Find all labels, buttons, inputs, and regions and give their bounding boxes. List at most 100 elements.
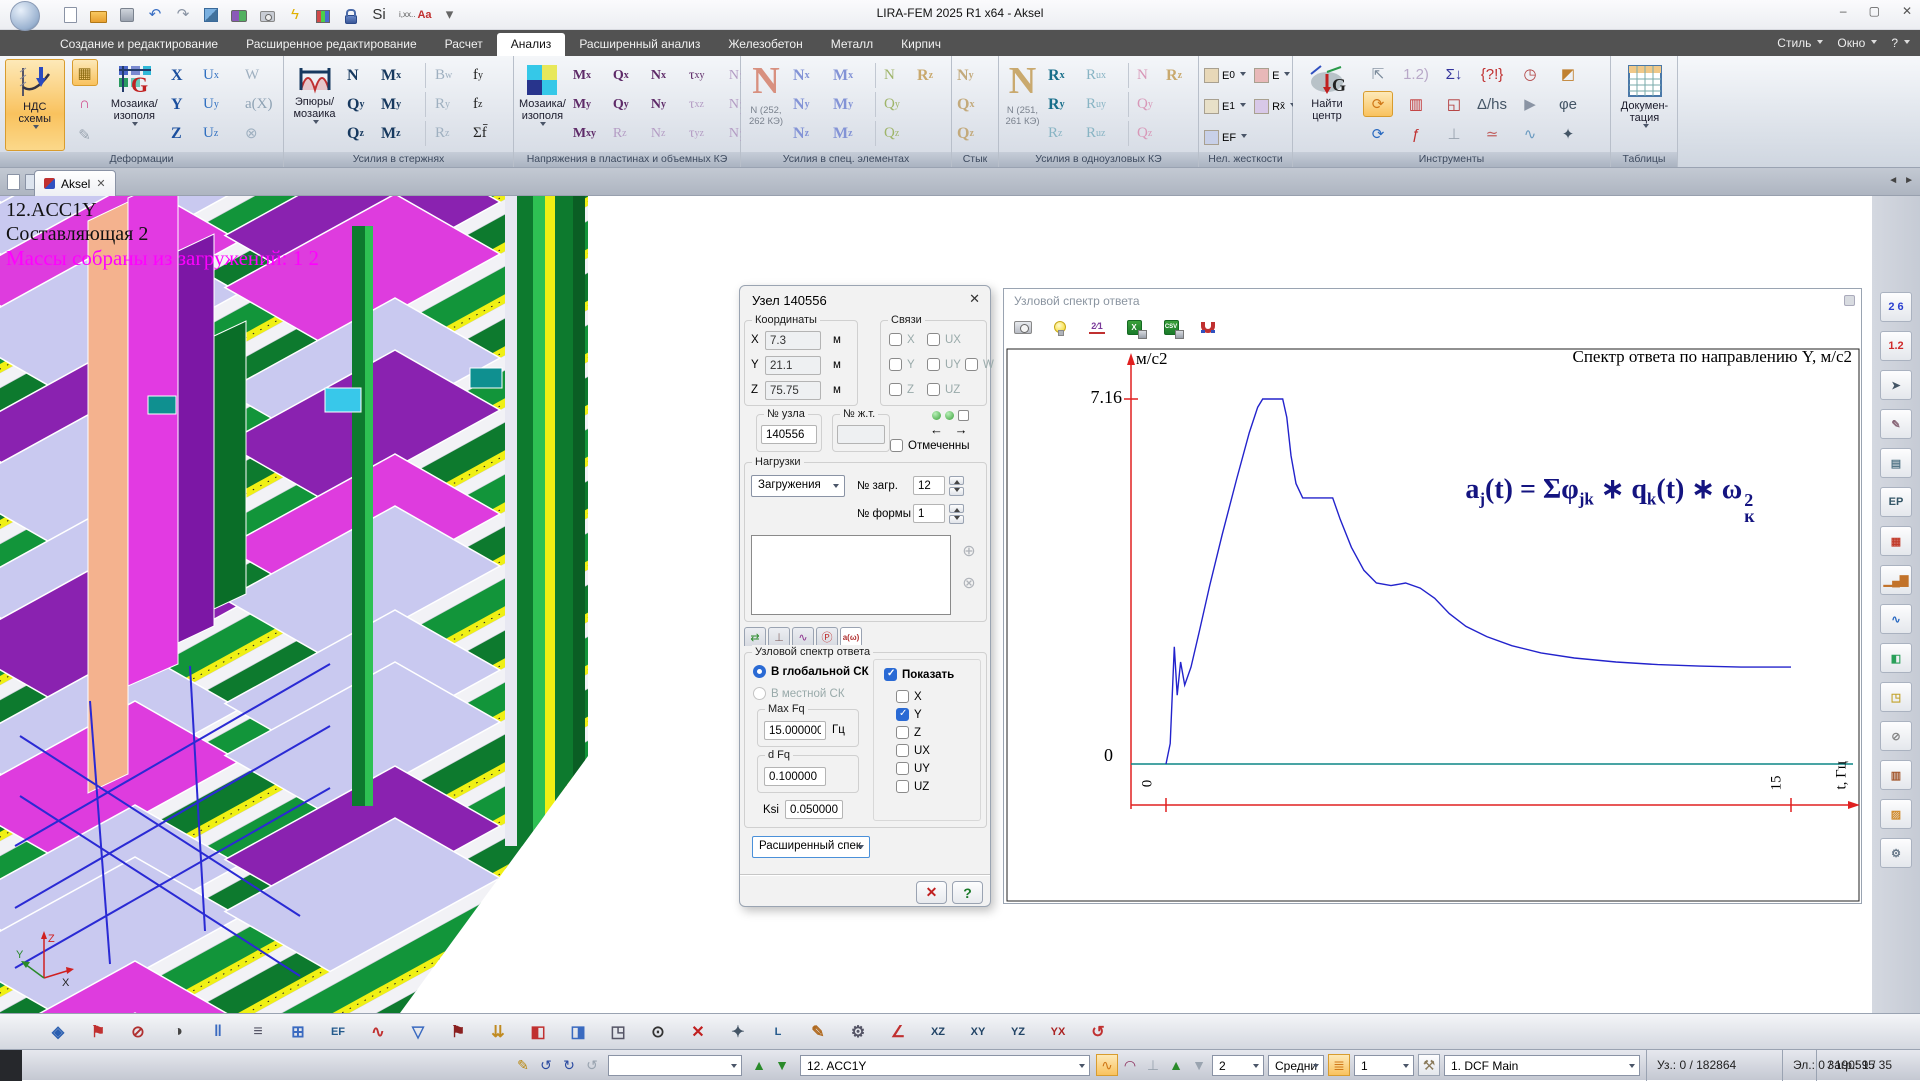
- document-tab-aksel[interactable]: Aksel ✕: [34, 170, 116, 196]
- direction-checkbox[interactable]: Y: [896, 708, 930, 721]
- averaging-combo[interactable]: Средни: [1268, 1055, 1324, 1076]
- link-w[interactable]: W: [965, 358, 994, 371]
- status-icon[interactable]: ⊥: [1142, 1054, 1164, 1076]
- result-letter-button[interactable]: Ry: [1048, 92, 1065, 117]
- toolbar-button[interactable]: ⊘: [124, 1018, 152, 1046]
- result-letter-button[interactable]: W: [245, 63, 259, 88]
- panel-button[interactable]: 2 6: [1880, 292, 1912, 322]
- window-menu-item[interactable]: ?: [1891, 36, 1910, 50]
- app-logo-icon[interactable]: [10, 1, 40, 31]
- panel-button[interactable]: ◧: [1880, 643, 1912, 673]
- result-letter-button[interactable]: fy: [473, 63, 483, 88]
- stiffness-button[interactable]: E0: [1204, 63, 1247, 88]
- direction-checkbox[interactable]: UY: [896, 762, 930, 775]
- result-letter-button[interactable]: Mx: [833, 63, 853, 88]
- panel-button[interactable]: ◳: [1880, 682, 1912, 712]
- stiffness-button[interactable]: E1: [1204, 94, 1247, 119]
- tool-button[interactable]: ≃: [1477, 121, 1507, 147]
- result-letter-button[interactable]: N: [1137, 63, 1148, 88]
- documentation-button[interactable]: Докумен- тация: [1616, 59, 1673, 151]
- stiffness-button[interactable]: Rx̄: [1254, 94, 1296, 119]
- result-letter-button[interactable]: τyz: [689, 121, 704, 146]
- result-letter-button[interactable]: Ny: [793, 92, 810, 117]
- panel-button[interactable]: ▨: [1880, 799, 1912, 829]
- link-uz[interactable]: UZ: [927, 383, 960, 396]
- panel-button[interactable]: 1.2: [1880, 331, 1912, 361]
- result-letter-button[interactable]: Nx: [651, 63, 666, 88]
- epure-mosaic-button[interactable]: Эпюры/ мозаика: [289, 59, 340, 151]
- coord-y-field[interactable]: [765, 356, 821, 375]
- result-letter-button[interactable]: My: [573, 92, 591, 117]
- result-letter-button[interactable]: Rux: [1086, 63, 1106, 88]
- tool-button[interactable]: ▥: [1401, 91, 1431, 117]
- deformed-scheme-button[interactable]: ∩: [72, 90, 98, 117]
- toolbar-button[interactable]: ⚙: [844, 1018, 872, 1046]
- mosaic-isofields-button[interactable]: G Мозаика/ изополя: [105, 59, 164, 151]
- toolbar-button[interactable]: ◧: [524, 1018, 552, 1046]
- result-letter-button[interactable]: Rz: [435, 121, 449, 146]
- ribbon-tab[interactable]: Расширенный анализ: [565, 33, 714, 56]
- status-icon[interactable]: ✎: [512, 1054, 534, 1076]
- result-letter-button[interactable]: Ny: [957, 63, 974, 88]
- form-number-combo[interactable]: 2: [1212, 1055, 1264, 1076]
- tab-close-icon[interactable]: ✕: [96, 177, 105, 190]
- result-letter-button[interactable]: Ry: [435, 92, 450, 117]
- node-nav[interactable]: [932, 410, 969, 421]
- result-letter-button[interactable]: Σf̄: [473, 121, 487, 146]
- result-letter-button[interactable]: Ny: [651, 92, 666, 117]
- status-icon[interactable]: ↺: [581, 1054, 603, 1076]
- tool-button[interactable]: ◩: [1553, 61, 1583, 87]
- result-letter-button[interactable]: Mx: [381, 63, 401, 88]
- find-center-button[interactable]: G Найти центр: [1298, 59, 1356, 151]
- loads-listbox[interactable]: [751, 535, 951, 615]
- toolbar-button[interactable]: XZ: [924, 1018, 952, 1046]
- link-z[interactable]: Z: [889, 383, 914, 396]
- tool-button[interactable]: {?!}: [1477, 61, 1507, 87]
- result-letter-button[interactable]: Mx: [573, 63, 591, 88]
- scheme-view-button[interactable]: ▦: [72, 59, 98, 86]
- show-checkbox[interactable]: Показать: [884, 668, 954, 681]
- panel-button[interactable]: ▁▄▇: [1880, 565, 1912, 595]
- toolbar-button[interactable]: ‖: [204, 1018, 232, 1046]
- result-letter-button[interactable]: Qy: [347, 92, 364, 117]
- toolbar-button[interactable]: ⚑: [84, 1018, 112, 1046]
- direction-checkbox[interactable]: Z: [896, 726, 930, 739]
- spectrum-plot[interactable]: [1004, 289, 1863, 905]
- result-letter-button[interactable]: Rz: [1166, 63, 1182, 88]
- link-x[interactable]: X: [889, 333, 915, 346]
- dcf-combo[interactable]: 1. DCF Main: [1444, 1055, 1640, 1076]
- maxfq-field[interactable]: [764, 721, 826, 740]
- direction-checkbox[interactable]: UX: [896, 744, 930, 757]
- result-letter-button[interactable]: Qy: [884, 92, 900, 117]
- minimize-button[interactable]: ‒: [1840, 4, 1847, 18]
- result-letter-button[interactable]: Nx: [793, 63, 810, 88]
- panel-button[interactable]: ▦: [1880, 526, 1912, 556]
- plate-mosaic-button[interactable]: Мозаика/ изополя: [519, 59, 566, 151]
- result-letter-button[interactable]: Mz: [381, 121, 401, 146]
- result-letter-button[interactable]: My: [381, 92, 401, 117]
- link-uy[interactable]: UY: [927, 358, 961, 371]
- result-letter-button[interactable]: Rz: [1048, 121, 1062, 146]
- result-letter-button[interactable]: Qz: [347, 121, 364, 146]
- tab-scroll-right-icon[interactable]: ►: [1904, 175, 1914, 186]
- toolbar-button[interactable]: ∠: [884, 1018, 912, 1046]
- load-number-spinner[interactable]: [949, 476, 964, 496]
- toolbar-button[interactable]: YZ: [1004, 1018, 1032, 1046]
- toolbar-button[interactable]: XY: [964, 1018, 992, 1046]
- result-letter-button[interactable]: Mxy: [573, 121, 596, 146]
- result-letter-button[interactable]: τxy: [689, 63, 705, 88]
- panel-button[interactable]: ▤: [1880, 448, 1912, 478]
- form-number-spinner[interactable]: [949, 504, 964, 524]
- panel-button[interactable]: ➤: [1880, 370, 1912, 400]
- tool-button[interactable]: ⊥: [1439, 121, 1469, 147]
- tool-button[interactable]: ƒ: [1401, 121, 1431, 147]
- result-letter-button[interactable]: Ruy: [1086, 92, 1106, 117]
- panel-button[interactable]: ⚙: [1880, 838, 1912, 868]
- panel-button[interactable]: ✎: [1880, 409, 1912, 439]
- form-number-field[interactable]: [913, 504, 945, 523]
- global-cs-radio[interactable]: В глобальной СК: [753, 665, 869, 678]
- stiffness-button[interactable]: EF: [1204, 125, 1247, 150]
- loadcase-combo[interactable]: 12. ACC1Y: [800, 1055, 1090, 1076]
- status-icon[interactable]: ↻: [558, 1054, 580, 1076]
- result-letter-button[interactable]: ⊗: [245, 121, 258, 146]
